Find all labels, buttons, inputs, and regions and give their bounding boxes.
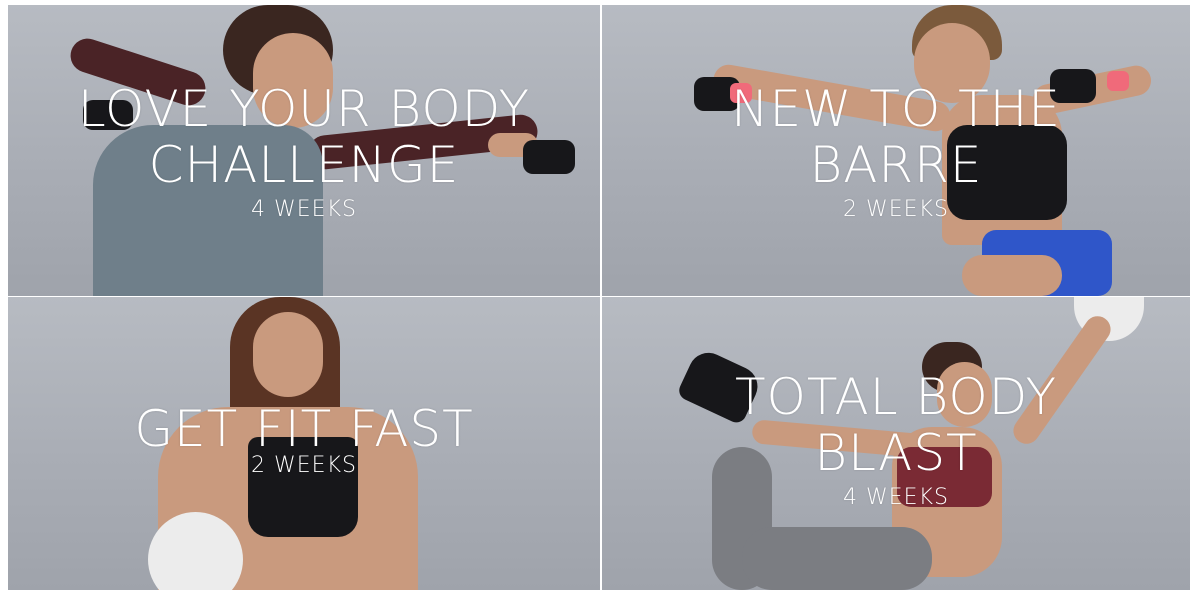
program-duration: 4 WEEKS xyxy=(251,197,357,222)
program-card-total-body-blast[interactable]: TOTAL BODY BLAST 4 WEEKS xyxy=(602,297,1190,590)
program-card-new-to-the-barre[interactable]: NEW TO THE BARRE 2 WEEKS xyxy=(602,5,1190,296)
program-duration: 4 WEEKS xyxy=(843,485,949,510)
program-title-line-1: GET FIT FAST xyxy=(134,400,474,458)
program-title-line-2: CHALLENGE xyxy=(148,136,460,194)
program-duration: 2 WEEKS xyxy=(843,197,949,222)
program-title-line-1: LOVE YOUR BODY xyxy=(77,80,531,138)
program-title-line-1: NEW TO THE xyxy=(731,80,1061,138)
program-caption: GET FIT FAST 2 WEEKS xyxy=(8,401,600,481)
program-grid: LOVE YOUR BODY CHALLENGE 4 WEEKS NEW TO … xyxy=(0,0,1190,590)
program-title-line-2: BLAST xyxy=(814,424,978,482)
program-card-love-your-body-challenge[interactable]: LOVE YOUR BODY CHALLENGE 4 WEEKS xyxy=(8,5,600,296)
program-caption: LOVE YOUR BODY CHALLENGE 4 WEEKS xyxy=(8,81,600,225)
program-caption: NEW TO THE BARRE 2 WEEKS xyxy=(602,81,1190,225)
program-caption: TOTAL BODY BLAST 4 WEEKS xyxy=(602,369,1190,513)
program-card-get-fit-fast[interactable]: GET FIT FAST 2 WEEKS xyxy=(8,297,600,590)
program-title-line-2: BARRE xyxy=(809,136,983,194)
program-title-line-1: TOTAL BODY xyxy=(734,368,1058,426)
program-duration: 2 WEEKS xyxy=(251,453,357,478)
